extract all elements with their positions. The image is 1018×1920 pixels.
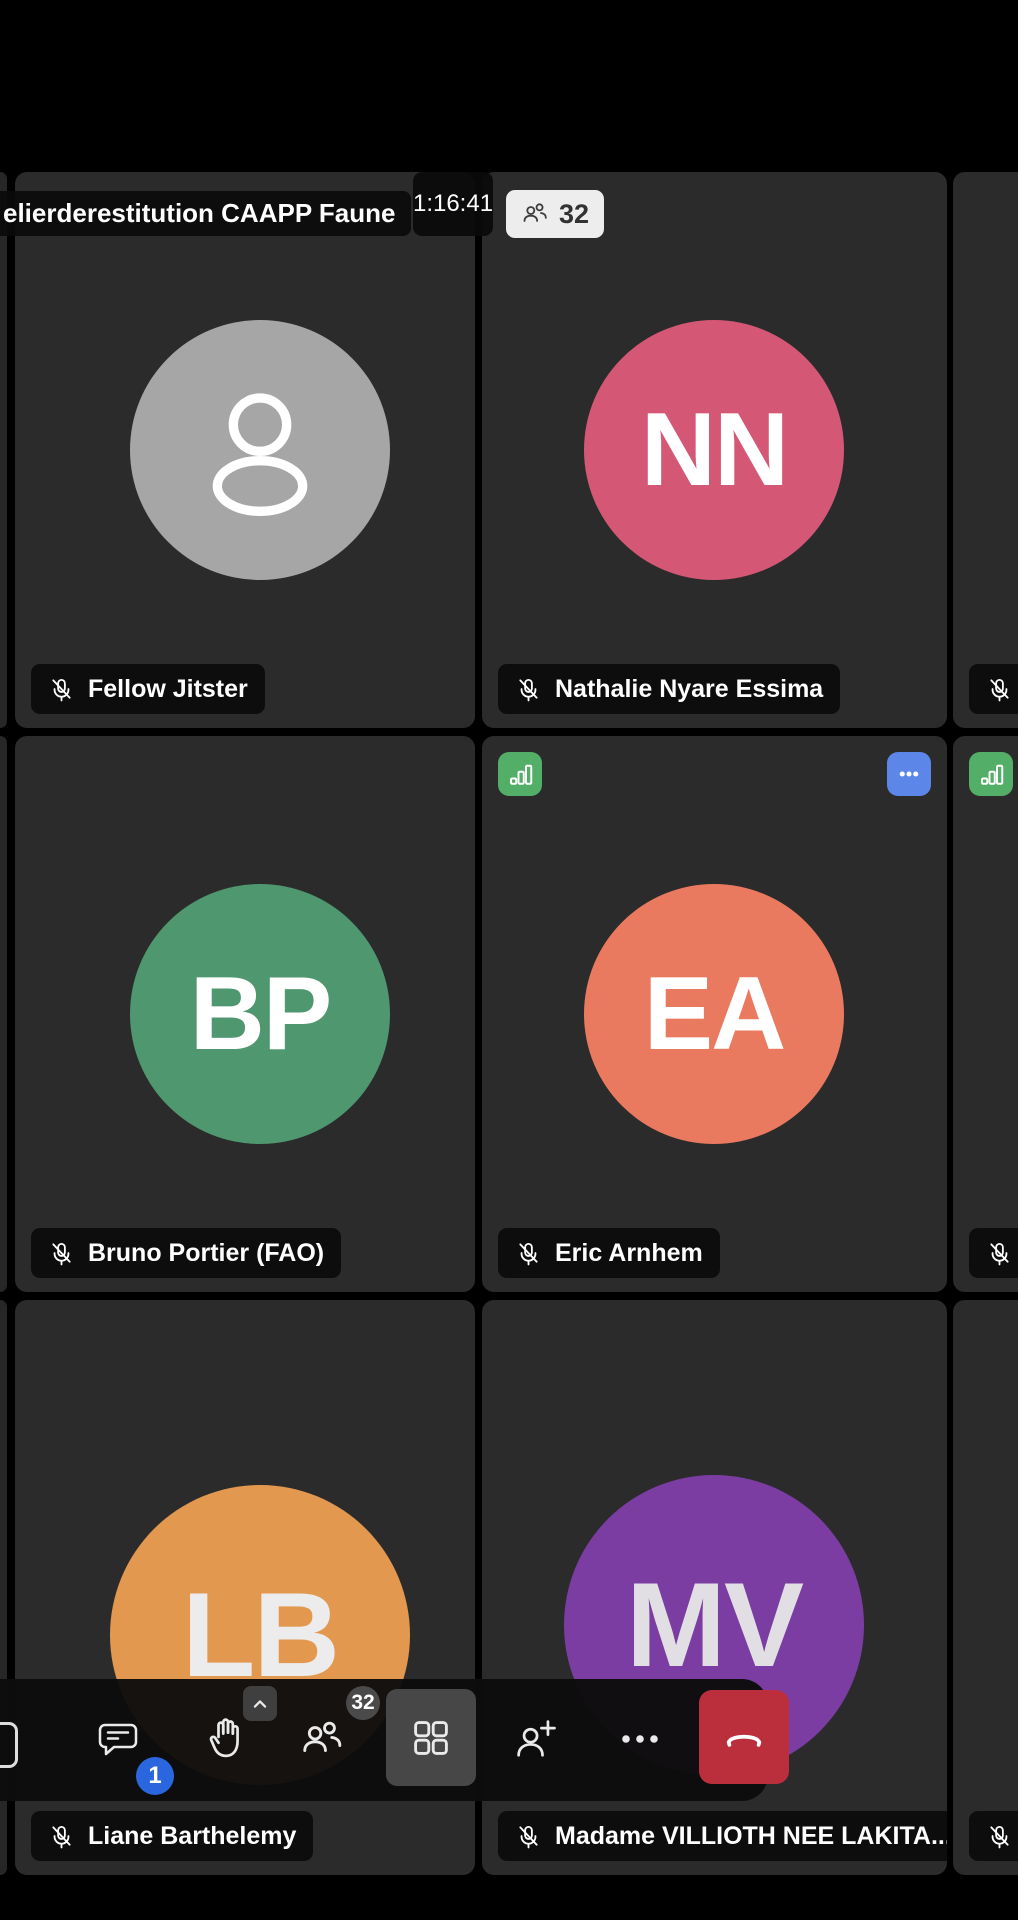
mic-muted-icon: [48, 676, 75, 703]
participant-tile-cutoff-right[interactable]: [953, 736, 1018, 1292]
participant-name: Madame VILLIOTH NEE LAKITA...: [555, 1822, 947, 1851]
participant-name-pill: Fellow Jitster: [31, 664, 265, 714]
raise-hand-button[interactable]: [200, 1712, 250, 1764]
mic-muted-icon: [986, 1240, 1013, 1267]
meeting-screen: Fellow Jitster NN Nathalie Nyare Essima: [0, 0, 1018, 1920]
participant-tile-cutoff-right[interactable]: [953, 172, 1018, 728]
conference-info-bar: elierderestitution CAAPP Faune: [0, 191, 411, 236]
participant-name-pill: [969, 1228, 1018, 1278]
mic-muted-icon: [48, 1823, 75, 1850]
person-placeholder-icon: [180, 370, 340, 530]
avatar: EA: [584, 884, 844, 1144]
chat-unread-badge: 1: [136, 1757, 174, 1795]
mic-muted-icon: [48, 1240, 75, 1267]
signal-bars-icon: [976, 759, 1006, 789]
participant-name-pill: [969, 1811, 1018, 1861]
participant-tile-eric[interactable]: EA Eric Arnhem: [482, 736, 947, 1292]
participants-count-badge: 32: [346, 1686, 380, 1720]
participant-name: Nathalie Nyare Essima: [555, 675, 823, 704]
participant-name-pill: Liane Barthelemy: [31, 1811, 313, 1861]
chat-button[interactable]: [95, 1716, 141, 1762]
participants-icon: [298, 1716, 346, 1762]
participant-name-pill: Madame VILLIOTH NEE LAKITA...: [498, 1811, 947, 1861]
avatar-initials: EA: [644, 955, 784, 1074]
room-title: elierderestitution CAAPP Faune: [0, 198, 396, 229]
participant-name-pill: Eric Arnhem: [498, 1228, 720, 1278]
good-connection-indicator: [498, 752, 542, 796]
avatar: BP: [130, 884, 390, 1144]
mic-muted-icon: [515, 1823, 542, 1850]
avatar-initials: BP: [190, 955, 330, 1074]
hang-up-phone-icon: [720, 1713, 768, 1761]
participant-tile-bruno[interactable]: BP Bruno Portier (FAO): [15, 736, 475, 1292]
chevron-up-icon: [249, 1691, 271, 1717]
participant-tile-fellow-jitster[interactable]: Fellow Jitster: [15, 172, 475, 728]
avatar: NN: [584, 320, 844, 580]
good-connection-indicator: [969, 752, 1013, 796]
mic-muted-icon: [515, 1240, 542, 1267]
mic-muted-icon: [515, 676, 542, 703]
participant-name: Fellow Jitster: [88, 675, 248, 704]
participants-icon: [521, 200, 549, 228]
invite-button[interactable]: [512, 1714, 560, 1764]
participant-count-pill[interactable]: 32: [506, 190, 604, 238]
participant-name: Liane Barthelemy: [88, 1822, 296, 1851]
participant-name: Eric Arnhem: [555, 1239, 703, 1268]
person-add-icon: [512, 1714, 560, 1764]
tile-view-button[interactable]: [386, 1689, 476, 1786]
raised-hand-icon: [200, 1712, 250, 1764]
participants-button[interactable]: [298, 1716, 346, 1762]
participant-count: 32: [559, 199, 589, 230]
participant-name-pill: Nathalie Nyare Essima: [498, 664, 840, 714]
grid-view-icon: [409, 1716, 453, 1760]
more-options-indicator[interactable]: [887, 752, 931, 796]
avatar-initials: MV: [626, 1556, 802, 1694]
participant-name-pill: Bruno Portier (FAO): [31, 1228, 341, 1278]
participant-tile-cutoff-left[interactable]: [0, 736, 7, 1292]
camera-icon-cutoff[interactable]: [0, 1722, 18, 1768]
more-options-button[interactable]: [618, 1728, 662, 1750]
mic-muted-icon: [986, 676, 1013, 703]
chat-icon: [95, 1716, 141, 1762]
participant-tile-cutoff-right[interactable]: [953, 1300, 1018, 1875]
mic-muted-icon: [986, 1823, 1013, 1850]
participant-name: Bruno Portier (FAO): [88, 1239, 324, 1268]
avatar-initials: NN: [641, 391, 787, 510]
meeting-timer: 1:16:41: [413, 172, 493, 236]
participant-name-pill: [969, 664, 1018, 714]
hang-up-button[interactable]: [699, 1690, 789, 1784]
signal-bars-icon: [505, 759, 535, 789]
participant-tile-nathalie[interactable]: NN Nathalie Nyare Essima: [482, 172, 947, 728]
avatar: [130, 320, 390, 580]
ellipsis-icon: [894, 759, 924, 789]
participant-tile-cutoff-left[interactable]: [0, 172, 7, 728]
ellipsis-icon: [618, 1728, 662, 1750]
